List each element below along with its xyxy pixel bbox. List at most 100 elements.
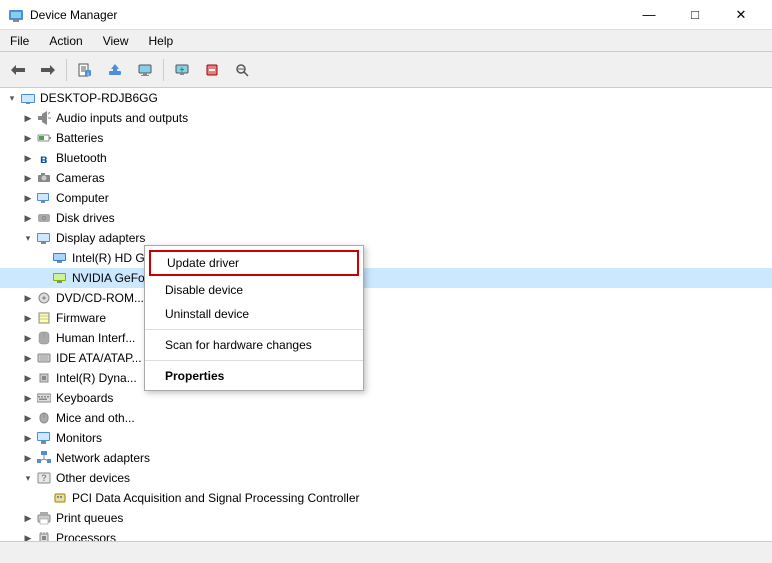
tree-item-networkadapters[interactable]: ▶ Network adapters — [0, 448, 772, 468]
camera-icon — [36, 170, 52, 186]
expand-icon-root: ▾ — [4, 90, 20, 106]
tree-item-otherdevices[interactable]: ▾ ? Other devices — [0, 468, 772, 488]
intel-graphics-icon — [52, 250, 68, 266]
status-bar — [0, 541, 772, 563]
cpu-icon — [36, 530, 52, 541]
cameras-label: Cameras — [56, 171, 105, 185]
chip-icon — [36, 370, 52, 386]
expand-icon-network: ▶ — [20, 450, 36, 466]
tree-item-nvidia[interactable]: ▶ NVIDIA GeForce 940M — [0, 268, 772, 288]
ctx-update-driver[interactable]: Update driver — [151, 252, 357, 274]
back-icon — [11, 63, 25, 77]
forward-button[interactable] — [34, 56, 62, 84]
tree-item-bluetooth[interactable]: ▶ ʙ Bluetooth — [0, 148, 772, 168]
svg-text:i: i — [87, 72, 88, 77]
expand-icon-ide: ▶ — [20, 350, 36, 366]
scan-button[interactable] — [228, 56, 256, 84]
title-bar-left: Device Manager — [8, 7, 117, 23]
add-button[interactable]: + — [168, 56, 196, 84]
close-button[interactable]: ✕ — [718, 0, 764, 30]
processors-label: Processors — [56, 531, 116, 541]
tree-item-firmware[interactable]: ▶ Firmware — [0, 308, 772, 328]
menu-view[interactable]: View — [93, 30, 139, 51]
otherdevices-label: Other devices — [56, 471, 130, 485]
ctx-disable-label: Disable device — [165, 283, 243, 297]
back-button[interactable] — [4, 56, 32, 84]
bluetooth-label: Bluetooth — [56, 151, 107, 165]
ctx-separator-2 — [145, 360, 363, 361]
update-driver-icon — [108, 63, 122, 77]
ctx-uninstall-label: Uninstall device — [165, 307, 249, 321]
tree-item-batteries[interactable]: ▶ Batteries — [0, 128, 772, 148]
bluetooth-icon: ʙ — [36, 150, 52, 166]
battery-icon — [36, 130, 52, 146]
menu-bar: File Action View Help — [0, 30, 772, 52]
tree-item-computer[interactable]: ▶ Computer — [0, 188, 772, 208]
expand-icon-humaninterf: ▶ — [20, 330, 36, 346]
monitors-icon — [36, 430, 52, 446]
tree-item-keyboards[interactable]: ▶ Keyboards — [0, 388, 772, 408]
menu-file[interactable]: File — [0, 30, 39, 51]
tree-item-diskdrives[interactable]: ▶ Disk drives — [0, 208, 772, 228]
tree-item-pci-data[interactable]: ▶ PCI Data Acquisition and Signal Proces… — [0, 488, 772, 508]
tree-item-cameras[interactable]: ▶ Cameras — [0, 168, 772, 188]
expand-icon-mice: ▶ — [20, 410, 36, 426]
update-driver-button[interactable] — [101, 56, 129, 84]
svg-text:ʙ: ʙ — [40, 152, 47, 165]
tree-item-mice[interactable]: ▶ Mice and oth... — [0, 408, 772, 428]
pci-icon — [52, 490, 68, 506]
tree-item-displayadapters[interactable]: ▾ Display adapters — [0, 228, 772, 248]
properties-button[interactable]: i — [71, 56, 99, 84]
ctx-uninstall-device[interactable]: Uninstall device — [145, 302, 363, 326]
add-icon: + — [175, 63, 189, 77]
ctx-scan-hardware[interactable]: Scan for hardware changes — [145, 333, 363, 357]
ide-label: IDE ATA/ATAP... — [56, 351, 142, 365]
tree-item-dvd[interactable]: ▶ DVD/CD-ROM... — [0, 288, 772, 308]
ctx-properties[interactable]: Properties — [145, 364, 363, 388]
svg-text:?: ? — [41, 473, 47, 483]
disk-icon — [36, 210, 52, 226]
tree-item-processors[interactable]: ▶ Processors — [0, 528, 772, 541]
root-label: DESKTOP-RDJB6GG — [40, 91, 158, 105]
menu-action[interactable]: Action — [39, 30, 92, 51]
diskdrives-label: Disk drives — [56, 211, 115, 225]
expand-icon-diskdrives: ▶ — [20, 210, 36, 226]
mice-label: Mice and oth... — [56, 411, 135, 425]
tree-root[interactable]: ▾ DESKTOP-RDJB6GG — [0, 88, 772, 108]
keyboard-icon — [36, 390, 52, 406]
tree-item-intel-graphics[interactable]: ▶ Intel(R) HD Graphics 520 — [0, 248, 772, 268]
intel-dynamic-label: Intel(R) Dyna... — [56, 371, 137, 385]
ctx-scan-label: Scan for hardware changes — [165, 338, 312, 352]
ide-icon — [36, 350, 52, 366]
expand-icon-display: ▾ — [20, 230, 36, 246]
tree-item-humaninterf[interactable]: ▶ Human Interf... — [0, 328, 772, 348]
expand-icon-batteries: ▶ — [20, 130, 36, 146]
main-area: ▾ DESKTOP-RDJB6GG ▶ Audio inputs and out… — [0, 88, 772, 541]
expand-icon-computer: ▶ — [20, 190, 36, 206]
monitor-button[interactable] — [131, 56, 159, 84]
tree-panel[interactable]: ▾ DESKTOP-RDJB6GG ▶ Audio inputs and out… — [0, 88, 772, 541]
expand-icon-cameras: ▶ — [20, 170, 36, 186]
tree-item-audio[interactable]: ▶ Audio inputs and outputs — [0, 108, 772, 128]
networkadapters-label: Network adapters — [56, 451, 150, 465]
expand-icon-keyboards: ▶ — [20, 390, 36, 406]
expand-icon-other: ▾ — [20, 470, 36, 486]
remove-button[interactable] — [198, 56, 226, 84]
tree-item-printqueues[interactable]: ▶ Print queues — [0, 508, 772, 528]
toolbar: i + — [0, 52, 772, 88]
tree-item-ide[interactable]: ▶ IDE ATA/ATAP... — [0, 348, 772, 368]
maximize-button[interactable]: □ — [672, 0, 718, 30]
minimize-button[interactable]: — — [626, 0, 672, 30]
properties-icon: i — [78, 63, 92, 77]
batteries-label: Batteries — [56, 131, 103, 145]
expand-icon-bluetooth: ▶ — [20, 150, 36, 166]
tree-item-monitors[interactable]: ▶ Monitors — [0, 428, 772, 448]
tree-item-intel-dynamic[interactable]: ▶ Intel(R) Dyna... — [0, 368, 772, 388]
nvidia-icon — [52, 270, 68, 286]
ctx-disable-device[interactable]: Disable device — [145, 278, 363, 302]
context-menu: Update driver Disable device Uninstall d… — [144, 245, 364, 391]
hid-icon — [36, 330, 52, 346]
expand-icon-audio: ▶ — [20, 110, 36, 126]
menu-help[interactable]: Help — [139, 30, 184, 51]
firmware-icon — [36, 310, 52, 326]
